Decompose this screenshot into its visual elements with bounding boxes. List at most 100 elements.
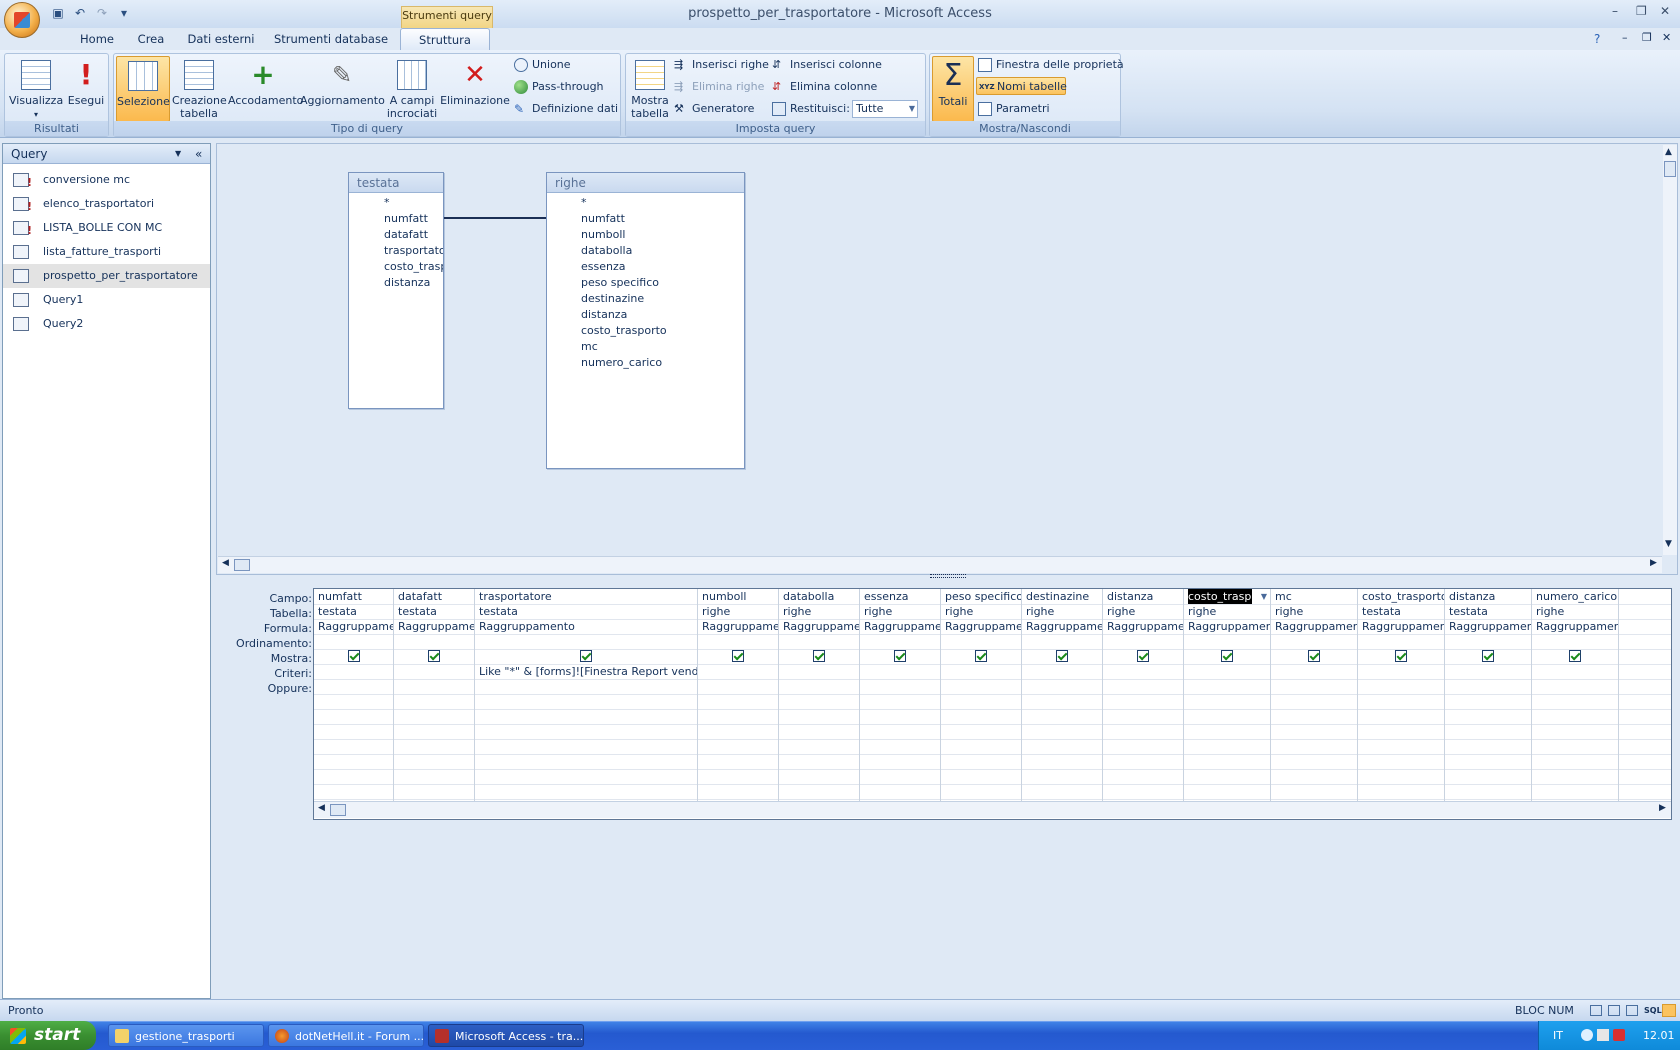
grid-cell-campo[interactable]: peso specifico [941,589,1021,604]
network-icon[interactable] [1581,1029,1593,1041]
grid-cell-mostra[interactable] [779,649,859,664]
grid-cell-oppure[interactable] [1532,679,1618,694]
design-hscrollbar[interactable]: ◀ ▶ [218,556,1662,573]
grid-cell-oppure[interactable] [779,679,859,694]
table-testata[interactable]: testata * numfatt datafatt trasportatore… [348,172,444,409]
grid-cell-ordinamento[interactable] [394,634,474,649]
grid-column[interactable]: distanzarigheRaggruppamento [1103,589,1184,801]
pass-through-button[interactable]: Pass-through [512,78,618,96]
grid-cell-tabella[interactable]: righe [1103,604,1183,619]
grid-cell-mostra[interactable] [1103,649,1183,664]
doc-minimize-icon[interactable]: – [1622,31,1628,44]
grid-cell-criteri[interactable] [779,664,859,679]
nav-item-query2[interactable]: Query2 [3,312,210,336]
start-button[interactable]: start [0,1021,96,1050]
grid-cell-campo[interactable]: numfatt [314,589,393,604]
restore-icon[interactable]: ❐ [1636,4,1647,18]
grid-cell-formula[interactable]: Raggruppamento [1358,619,1444,634]
esegui-button[interactable]: ! Esegui [65,56,107,122]
grid-cell-campo[interactable]: mc [1271,589,1357,604]
grid-cell-formula[interactable]: Raggruppamento [698,619,778,634]
pivot-table-view-icon[interactable] [1608,1005,1620,1016]
aggiornamento-button[interactable]: ✎ Aggiornamento [300,56,385,122]
grid-cell-tabella[interactable]: righe [941,604,1021,619]
grid-cell-oppure[interactable] [314,679,393,694]
grid-cell-campo[interactable]: costo_trasporto ▼ [1184,589,1270,604]
grid-cell-oppure[interactable] [1358,679,1444,694]
grid-cell-campo[interactable]: destinazine [1022,589,1102,604]
grid-cell-formula[interactable]: Raggruppamento [394,619,474,634]
grid-cell-tabella[interactable]: righe [1022,604,1102,619]
grid-cell-oppure[interactable] [698,679,778,694]
a-campi-incrociati-button[interactable]: A campi incrociati [386,56,438,122]
grid-column[interactable]: databollarigheRaggruppamento [779,589,860,801]
grid-column[interactable]: costo_trasportotestataRaggruppamento [1358,589,1445,801]
grid-cell-criteri[interactable] [941,664,1021,679]
grid-cell-mostra[interactable] [1184,649,1270,664]
scroll-thumb[interactable] [234,559,250,571]
grid-column[interactable]: numbollrigheRaggruppamento [698,589,779,801]
scroll-down-icon[interactable]: ▼ [1665,539,1672,549]
help-icon[interactable]: ? [1594,32,1600,46]
grid-cell-mostra[interactable] [860,649,940,664]
grid-cell-oppure[interactable] [860,679,940,694]
grid-cell-ordinamento[interactable] [475,634,697,649]
grid-cell-tabella[interactable]: righe [779,604,859,619]
grid-cell-formula[interactable]: Raggruppamento [1184,619,1270,634]
grid-cell-criteri[interactable] [314,664,393,679]
grid-cell-tabella[interactable]: righe [1271,604,1357,619]
doc-close-icon[interactable]: ✕ [1662,31,1671,44]
grid-cell-formula[interactable]: Raggruppamento [475,619,697,634]
show-checkbox[interactable] [975,650,987,662]
grid-cell-campo[interactable]: trasportatore [475,589,697,604]
selezione-button[interactable]: Selezione [116,56,170,122]
table-testata-title[interactable]: testata [349,173,443,193]
grid-cell-formula[interactable]: Raggruppamento [1532,619,1618,634]
grid-cell-formula[interactable]: Raggruppamento [860,619,940,634]
grid-cell-oppure[interactable] [941,679,1021,694]
field-asterisk[interactable]: * [581,195,744,211]
join-line[interactable] [444,217,546,219]
nav-item-query1[interactable]: Query1 [3,288,210,312]
grid-column[interactable]: costo_trasporto ▼righeRaggruppamento [1184,589,1271,801]
grid-cell-oppure[interactable] [475,679,697,694]
grid-cell-ordinamento[interactable] [860,634,940,649]
grid-cell-ordinamento[interactable] [1022,634,1102,649]
scroll-left-icon[interactable]: ◀ [222,558,229,568]
grid-cell-criteri[interactable] [394,664,474,679]
creazione-tabella-button[interactable]: Creazione tabella [172,56,227,122]
field-numfatt[interactable]: numfatt [581,211,744,227]
show-checkbox[interactable] [1395,650,1407,662]
grid-column[interactable]: peso specificorigheRaggruppamento [941,589,1022,801]
grid-cell-criteri[interactable] [698,664,778,679]
grid-cell-mostra[interactable] [1532,649,1618,664]
grid-cell-mostra[interactable] [475,649,697,664]
volume-icon[interactable] [1597,1029,1609,1041]
office-button[interactable] [4,2,40,38]
generatore-button[interactable]: ⚒ Generatore [672,100,768,118]
grid-cell-mostra[interactable] [1022,649,1102,664]
field-costo-trasporto[interactable]: costo_trasporto [384,259,443,275]
scroll-up-icon[interactable]: ▲ [1665,147,1672,157]
grid-column[interactable]: numero_caricorigheRaggruppamento [1532,589,1619,801]
field-numfatt[interactable]: numfatt [384,211,443,227]
tab-home[interactable]: Home [74,28,120,50]
tab-strumenti-database[interactable]: Strumenti database [272,28,390,50]
collapse-pane-icon[interactable]: « [195,144,202,164]
show-checkbox[interactable] [1056,650,1068,662]
nav-item-prospetto-per-trasportatore[interactable]: prospetto_per_trasportatore [3,264,210,288]
taskbar-item-firefox[interactable]: dotNetHell.it - Forum ... [268,1024,424,1047]
grid-cell-campo[interactable]: databolla [779,589,859,604]
show-checkbox[interactable] [813,650,825,662]
field-datafatt[interactable]: datafatt [384,227,443,243]
field-essenza[interactable]: essenza [581,259,744,275]
grid-cell-ordinamento[interactable] [1445,634,1531,649]
grid-cell-ordinamento[interactable] [698,634,778,649]
grid-cell-ordinamento[interactable] [1358,634,1444,649]
scroll-thumb[interactable] [1664,161,1676,177]
table-righe-title[interactable]: righe [547,173,744,193]
nav-pane-header[interactable]: Query ▼ « [3,144,210,164]
grid-cell-ordinamento[interactable] [1532,634,1618,649]
show-checkbox[interactable] [1137,650,1149,662]
grid-cell-mostra[interactable] [1445,649,1531,664]
